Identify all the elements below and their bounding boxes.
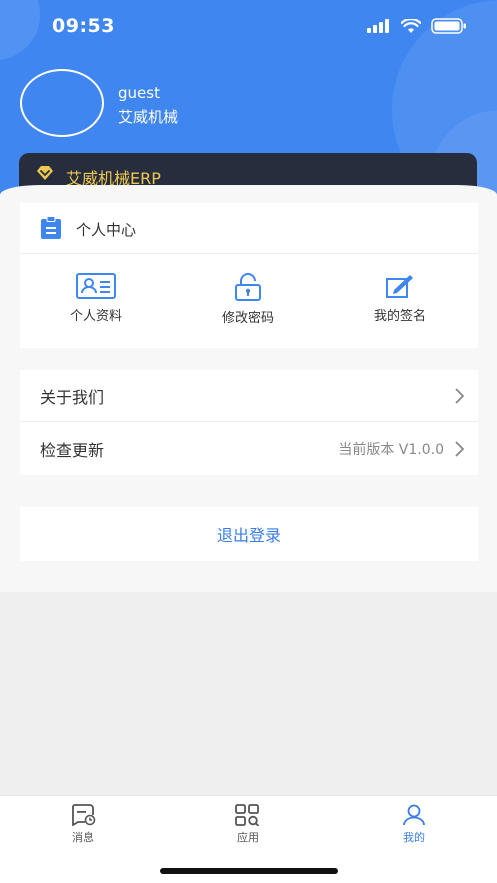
- id-card-icon: [76, 273, 116, 299]
- change-password-label: 修改密码: [221, 311, 274, 326]
- signal-icon: [367, 19, 389, 33]
- profile-header: 09:53 guest 艾威机械 艾威机械ERP: [0, 0, 497, 210]
- profile-actions: 个人资料 修改密码 我的签名: [20, 273, 478, 326]
- version-text: 当前版本 V1.0.0: [338, 442, 444, 458]
- tab-apps-label: 应用: [237, 831, 259, 844]
- diamond-icon: [37, 166, 53, 180]
- logout-button[interactable]: 退出登录: [20, 507, 478, 561]
- status-time: 09:53: [52, 15, 115, 37]
- home-indicator: [160, 868, 338, 874]
- tab-apps[interactable]: 应用: [218, 804, 278, 845]
- signature-icon: [386, 275, 413, 298]
- company-name: 艾威机械: [118, 108, 179, 126]
- chevron-right-icon: [455, 388, 464, 404]
- status-bar: 09:53: [0, 0, 497, 56]
- wifi-icon: [401, 18, 421, 33]
- check-update-row[interactable]: 检查更新 当前版本 V1.0.0: [20, 423, 478, 475]
- profile-center-title: 个人中心: [76, 221, 137, 239]
- username: guest: [118, 84, 160, 102]
- status-icons: [367, 18, 467, 34]
- apps-icon: [235, 804, 260, 826]
- tab-profile-label: 我的: [403, 831, 425, 844]
- chevron-right-icon: [455, 441, 464, 457]
- about-us-label: 关于我们: [40, 387, 105, 407]
- clipboard-icon: [41, 216, 61, 239]
- about-us-row[interactable]: 关于我们: [20, 370, 478, 422]
- battery-icon: [431, 18, 466, 34]
- profile-center-card: 个人中心 个人资料 修改密码 我的签名: [20, 203, 478, 348]
- profile-icon: [403, 804, 425, 826]
- tab-profile[interactable]: 我的: [384, 804, 444, 845]
- check-update-label: 检查更新: [40, 441, 105, 460]
- tab-messages[interactable]: 消息: [53, 804, 113, 845]
- change-password-button[interactable]: 修改密码: [172, 273, 324, 326]
- profile-info-label: 个人资料: [69, 309, 122, 324]
- message-icon: [72, 804, 96, 826]
- settings-menu: 关于我们 检查更新 当前版本 V1.0.0: [20, 370, 478, 475]
- lock-icon: [235, 273, 261, 301]
- my-signature-button[interactable]: 我的签名: [324, 273, 476, 326]
- avatar[interactable]: [20, 69, 104, 137]
- profile-info-button[interactable]: 个人资料: [20, 273, 172, 326]
- tab-messages-label: 消息: [72, 831, 94, 844]
- my-signature-label: 我的签名: [373, 309, 426, 324]
- profile-center-header: 个人中心: [20, 203, 478, 254]
- logout-label: 退出登录: [216, 526, 281, 545]
